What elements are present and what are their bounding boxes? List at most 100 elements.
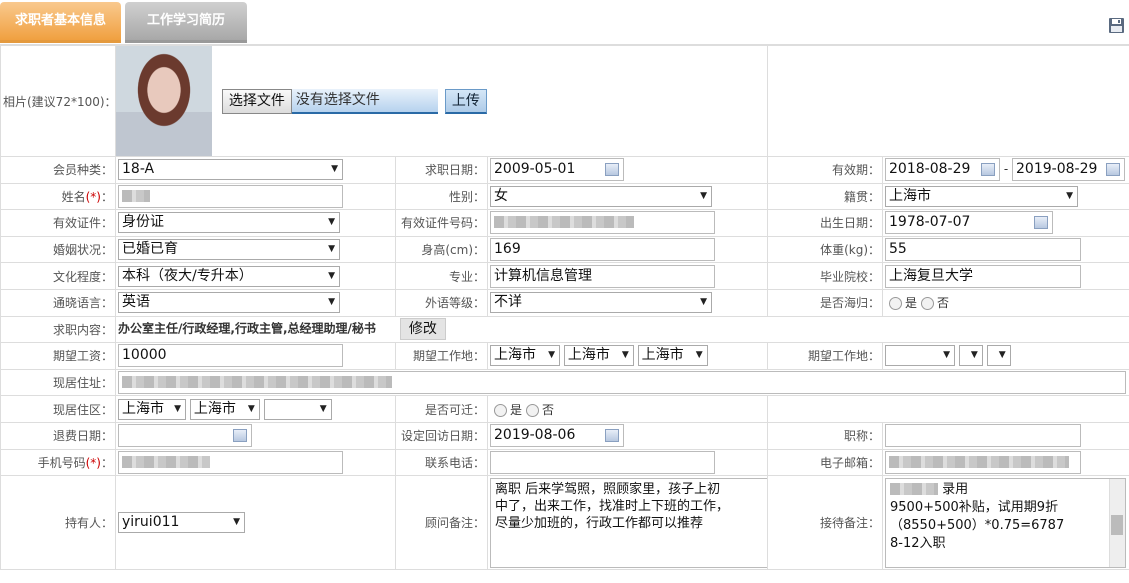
native-select[interactable]: 上海市	[885, 185, 1079, 207]
work-place2-city-select[interactable]	[958, 345, 983, 367]
returnee-no-radio[interactable]	[921, 297, 935, 311]
title-label: 职称：	[767, 421, 884, 450]
photo-label: 相片(建议72*100)：	[0, 45, 116, 157]
relocate-yes-radio[interactable]	[494, 403, 507, 417]
work-place2-label: 期望工作地：	[767, 342, 884, 370]
modify-job-button[interactable]: 修改	[399, 318, 446, 341]
valid-end-input[interactable]: 2019-08-29	[1012, 158, 1126, 182]
birth-date-input[interactable]: 1978-07-07	[885, 211, 1054, 235]
apply-date-label: 求职日期：	[395, 156, 488, 184]
district-label: 现居住区：	[0, 395, 116, 423]
choose-file-button[interactable]: 选择文件	[221, 88, 292, 114]
id-number-label: 有效证件号码：	[395, 209, 488, 237]
weight-label: 体重(kg)：	[767, 235, 884, 264]
photo-blank	[767, 45, 1129, 157]
language-select[interactable]: 英语	[118, 292, 340, 314]
salary-input[interactable]: 10000	[118, 344, 343, 368]
returnee-yes-radio[interactable]	[889, 297, 903, 311]
upload-button[interactable]: 上传	[444, 88, 487, 114]
retire-date-input[interactable]	[118, 424, 252, 448]
district-city-select[interactable]: 上海市	[189, 398, 260, 420]
address-label: 现居住址：	[0, 368, 116, 397]
id-type-select[interactable]: 身份证	[118, 212, 340, 234]
marital-label: 婚姻状况：	[0, 235, 116, 264]
job-content-value: 办公室主任/行政经理,行政主管,总经理助理/秘书	[118, 321, 376, 336]
district-area-select[interactable]	[263, 398, 332, 420]
member-type-label: 会员种类：	[0, 156, 116, 184]
major-input[interactable]: 计算机信息管理	[490, 264, 715, 288]
valid-period-label: 有效期：	[767, 156, 884, 184]
work-district-select[interactable]: 上海市	[637, 345, 708, 367]
lang-level-label: 外语等级：	[395, 288, 488, 317]
email-label: 电子邮箱：	[767, 448, 884, 477]
calendar-icon[interactable]	[981, 163, 996, 177]
file-name-display: 没有选择文件	[291, 88, 438, 114]
education-label: 文化程度：	[0, 262, 116, 290]
phone-label: 联系电话：	[395, 448, 488, 477]
relocate-label: 是否可迁：	[395, 395, 488, 423]
relocate-yes-label: 是	[510, 402, 523, 417]
address-input[interactable]	[118, 371, 1126, 395]
relocate-no-radio[interactable]	[526, 403, 540, 417]
member-type-select[interactable]: 18-A	[118, 159, 343, 181]
height-label: 身高(cm)：	[395, 235, 488, 264]
education-select[interactable]: 本科（夜大/专升本）	[118, 265, 340, 287]
holder-select[interactable]: yirui011	[118, 512, 245, 534]
revisit-date-input[interactable]: 2019-08-06	[490, 424, 624, 448]
birth-label: 出生日期：	[767, 209, 884, 237]
revisit-date-label: 设定回访日期：	[395, 421, 488, 450]
tab-bar: 求职者基本信息 工作学习简历	[0, 0, 1129, 45]
language-label: 通晓语言：	[0, 288, 116, 317]
save-icon[interactable]	[1108, 17, 1125, 34]
blank-cell	[767, 395, 1129, 423]
id-type-label: 有效证件：	[0, 209, 116, 237]
calendar-icon[interactable]	[233, 429, 247, 443]
school-label: 毕业院校：	[767, 262, 884, 290]
district-province-select[interactable]: 上海市	[118, 398, 186, 420]
work-city-select[interactable]: 上海市	[563, 345, 634, 367]
title-input[interactable]	[885, 424, 1082, 448]
apply-date-input[interactable]: 2009-05-01	[490, 158, 624, 182]
height-input[interactable]: 169	[490, 238, 715, 262]
reception-note-textarea[interactable]: 录用 9500+500补贴，试用期9折 （8550+500）*0.75=6787…	[885, 477, 1127, 568]
major-label: 专业：	[395, 262, 488, 290]
work-place2-province-select[interactable]	[885, 345, 956, 367]
mobile-label: 手机号码(*)：	[0, 448, 116, 477]
avatar	[116, 46, 212, 156]
name-label: 姓名(*)：	[0, 182, 116, 211]
calendar-icon[interactable]	[605, 163, 619, 177]
salary-label: 期望工资：	[0, 342, 116, 370]
reception-note-label: 接待备注：	[767, 475, 884, 571]
id-number-input[interactable]	[490, 211, 715, 235]
lang-level-select[interactable]: 不详	[490, 292, 712, 314]
holder-label: 持有人：	[0, 475, 116, 571]
returnee-label: 是否海归：	[767, 288, 884, 317]
retire-date-label: 退费日期：	[0, 421, 116, 450]
gender-label: 性别：	[395, 182, 488, 211]
consultant-note-textarea[interactable]: 离职 后来学驾照，照顾家里，孩子上初 中了，出来工作，找准时上下班的工作， 尽量…	[490, 477, 767, 568]
work-place-label: 期望工作地：	[395, 342, 488, 370]
reception-note-scrollbar[interactable]	[1109, 478, 1126, 567]
valid-start-input[interactable]: 2018-08-29	[885, 158, 1001, 182]
work-place2-district-select[interactable]	[986, 345, 1011, 367]
school-input[interactable]: 上海复旦大学	[885, 264, 1082, 288]
job-content-label: 求职内容：	[0, 315, 116, 344]
tab-basic-info[interactable]: 求职者基本信息	[0, 2, 121, 43]
calendar-icon[interactable]	[1034, 216, 1049, 230]
weight-input[interactable]: 55	[885, 238, 1082, 262]
mobile-input[interactable]	[118, 450, 343, 474]
returnee-no-label: 否	[937, 296, 950, 311]
tab-work-history[interactable]: 工作学习简历	[125, 2, 247, 43]
consultant-note-label: 顾问备注：	[395, 475, 488, 571]
marital-select[interactable]: 已婚已育	[118, 239, 340, 261]
work-province-select[interactable]: 上海市	[490, 345, 560, 367]
calendar-icon[interactable]	[1106, 163, 1121, 177]
returnee-yes-label: 是	[905, 296, 918, 311]
valid-period-separator: -	[1003, 162, 1009, 177]
phone-input[interactable]	[490, 450, 715, 474]
name-input[interactable]	[118, 184, 343, 208]
relocate-no-label: 否	[542, 402, 555, 417]
email-input[interactable]	[885, 450, 1082, 474]
gender-select[interactable]: 女	[490, 185, 712, 207]
calendar-icon[interactable]	[605, 429, 619, 443]
